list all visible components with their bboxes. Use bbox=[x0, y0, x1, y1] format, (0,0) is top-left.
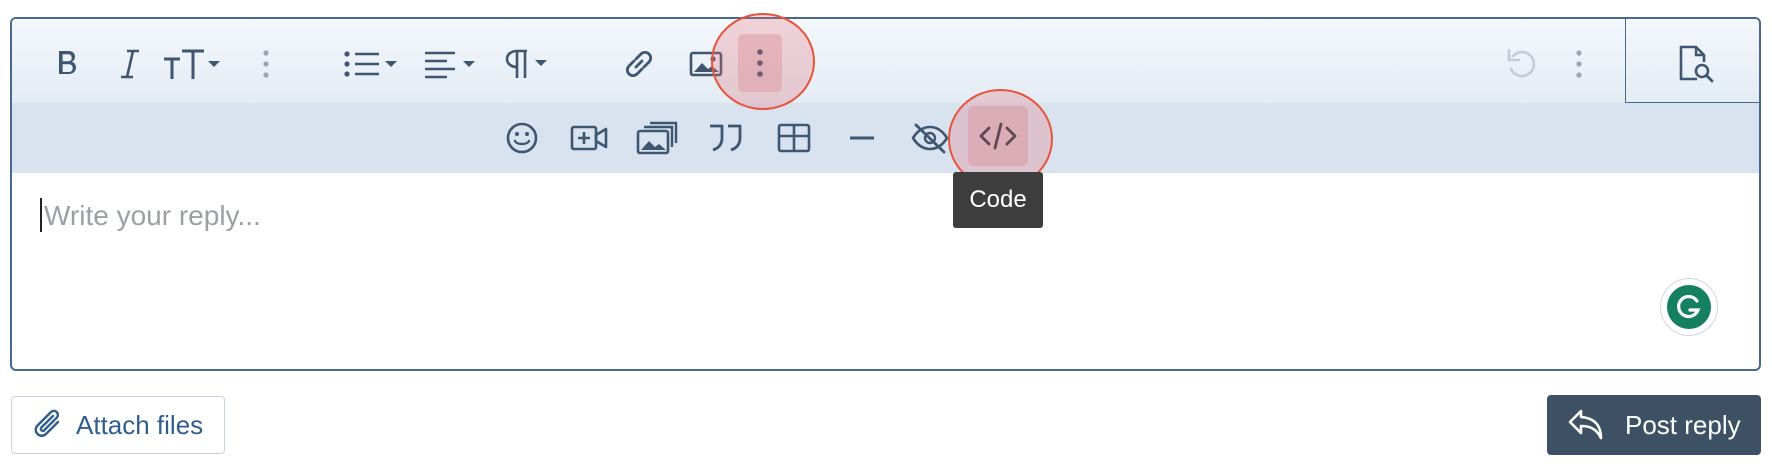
image-button[interactable] bbox=[684, 42, 728, 86]
grammarly-icon bbox=[1667, 285, 1711, 329]
table-button[interactable] bbox=[772, 116, 816, 160]
more-text-icon bbox=[263, 50, 269, 78]
italic-icon bbox=[121, 49, 139, 79]
grammarly-button[interactable] bbox=[1660, 278, 1718, 336]
preview-icon bbox=[1679, 45, 1714, 83]
horizontal-line-button[interactable] bbox=[840, 116, 884, 160]
post-reply-label: Post reply bbox=[1625, 409, 1741, 440]
reply-icon bbox=[1568, 409, 1603, 440]
undo-button[interactable] bbox=[1502, 42, 1542, 86]
smilie-button[interactable] bbox=[500, 116, 544, 160]
media-button[interactable] bbox=[568, 116, 612, 160]
post-reply-button[interactable]: Post reply bbox=[1547, 395, 1761, 455]
more-insert-icon bbox=[757, 49, 763, 77]
bold-button[interactable] bbox=[48, 42, 88, 86]
smilie-icon bbox=[506, 122, 538, 154]
table-icon bbox=[777, 123, 811, 153]
horizontal-line-icon bbox=[850, 136, 874, 140]
align-icon bbox=[425, 51, 475, 79]
preview-button[interactable] bbox=[1672, 40, 1718, 88]
link-button[interactable] bbox=[618, 42, 660, 86]
more-misc-button[interactable] bbox=[1565, 42, 1593, 86]
gallery-icon bbox=[636, 121, 678, 155]
quote-icon bbox=[710, 124, 742, 152]
link-icon bbox=[625, 50, 653, 78]
paperclip-icon bbox=[34, 409, 60, 437]
paragraph-button[interactable] bbox=[502, 42, 556, 86]
attach-files-label: Attach files bbox=[76, 409, 204, 440]
attach-files-button[interactable]: Attach files bbox=[11, 396, 225, 454]
more-text-button[interactable] bbox=[252, 42, 280, 86]
italic-button[interactable] bbox=[110, 42, 150, 86]
undo-icon bbox=[1507, 48, 1536, 78]
align-button[interactable] bbox=[422, 42, 482, 86]
code-icon bbox=[979, 122, 1017, 150]
spoiler-icon bbox=[911, 123, 949, 154]
more-misc-icon bbox=[1576, 50, 1582, 78]
code-tooltip: Code bbox=[953, 172, 1043, 228]
text-cursor bbox=[40, 198, 42, 232]
media-icon bbox=[570, 125, 608, 151]
font-size-icon bbox=[164, 49, 220, 79]
paragraph-icon bbox=[505, 49, 547, 78]
font-size-button[interactable] bbox=[160, 42, 226, 86]
more-insert-button[interactable] bbox=[738, 34, 782, 92]
list-button[interactable] bbox=[342, 42, 402, 86]
gallery-button[interactable] bbox=[634, 116, 680, 160]
image-icon bbox=[689, 51, 723, 77]
spoiler-button[interactable] bbox=[908, 116, 952, 160]
code-button[interactable] bbox=[968, 106, 1028, 166]
toolbar-more-insert bbox=[12, 103, 1759, 173]
quote-button[interactable] bbox=[704, 116, 748, 160]
list-icon bbox=[344, 51, 397, 77]
reply-input-placeholder[interactable]: Write your reply... bbox=[44, 200, 261, 232]
bold-icon bbox=[59, 51, 76, 74]
